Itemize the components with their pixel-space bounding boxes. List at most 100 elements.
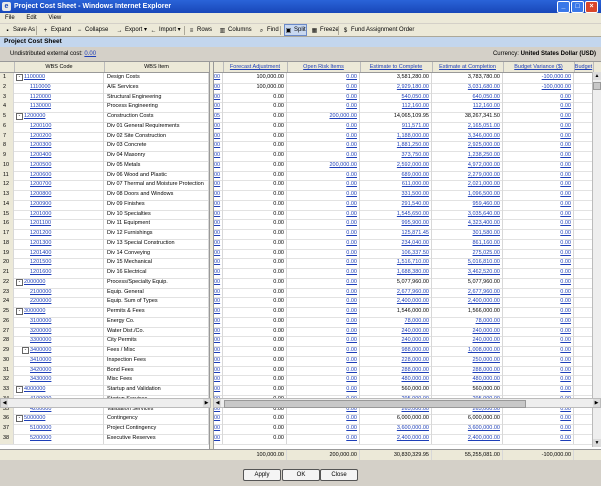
row-marker-link[interactable]: 00 — [213, 102, 223, 112]
row-marker[interactable]: 00 — [214, 240, 220, 246]
estimate-to-complete-cell[interactable]: 106,337.50 — [360, 248, 432, 259]
estimate-to-complete-cell[interactable]: 1,545,650.00 — [360, 209, 432, 220]
eac-link[interactable]: 301,580.00 — [472, 230, 500, 236]
vertical-scroll-thumb[interactable] — [593, 82, 601, 90]
toolbar-export-button[interactable]: → Export ▾ — [116, 25, 148, 35]
open-risk-link[interactable]: 0.00 — [346, 191, 357, 197]
row-marker[interactable]: 00 — [214, 84, 220, 90]
etc-link[interactable]: 1,545,650.00 — [397, 211, 429, 217]
wbs-code-link[interactable]: 3410000 — [30, 357, 51, 363]
open-risk-link[interactable]: 0.00 — [346, 250, 357, 256]
open-risk-items-cell[interactable]: 200,000.00 — [287, 160, 360, 171]
estimate-to-complete-cell[interactable]: 234,040.00 — [360, 238, 432, 249]
estimate-to-complete-cell[interactable]: 228,000.00 — [360, 355, 432, 366]
eac-link[interactable]: 3,462,520.00 — [468, 269, 500, 275]
open-risk-items-cell[interactable]: 0.00 — [287, 170, 360, 181]
wbs-code-link[interactable]: 1200900 — [30, 201, 51, 207]
open-risk-link[interactable]: 0.00 — [346, 308, 357, 314]
ok-button[interactable]: OK — [282, 469, 320, 481]
budget-variance-cell[interactable]: 0.00 — [503, 248, 574, 259]
estimate-to-complete-cell[interactable]: 689,000.00 — [360, 170, 432, 181]
estimate-at-completion-cell[interactable]: 861,160.00 — [432, 238, 503, 249]
estimate-at-completion-cell[interactable]: 2,279,000.00 — [432, 170, 503, 181]
row-marker-link[interactable]: 00 — [213, 160, 223, 171]
eac-link[interactable]: 78,000.00 — [476, 318, 500, 324]
etc-link[interactable]: 2,677,960.00 — [397, 289, 429, 295]
row-marker[interactable]: 00 — [214, 181, 220, 187]
row-marker[interactable]: 00 — [214, 133, 220, 139]
budget-variance-cell[interactable]: 0.00 — [503, 238, 574, 249]
header-budget[interactable]: Budget — [574, 62, 594, 72]
toolbar-collapse-button[interactable]: − Collapse — [76, 25, 109, 35]
eac-link[interactable]: 1,096,500.00 — [468, 191, 500, 197]
estimate-at-completion-cell[interactable]: 1,008,000.00 — [432, 346, 503, 356]
eac-link[interactable]: 2,021,000.00 — [468, 181, 500, 187]
budget-variance-link[interactable]: 0.00 — [560, 230, 571, 236]
row-marker-link[interactable]: 00 — [213, 92, 223, 103]
estimate-at-completion-cell[interactable]: 112,160.00 — [432, 102, 503, 112]
open-risk-items-cell[interactable]: 0.00 — [287, 180, 360, 190]
row-marker-link[interactable]: 00 — [213, 141, 223, 151]
wbs-code-link[interactable]: 1201500 — [30, 259, 51, 265]
estimate-to-complete-cell[interactable]: 560,000.00 — [360, 385, 432, 395]
etc-link[interactable]: 1,688,380.00 — [397, 269, 429, 275]
open-risk-link[interactable]: 0.00 — [346, 201, 357, 207]
budget-variance-link[interactable]: 0.00 — [560, 123, 571, 129]
budget-variance-cell[interactable]: 0.00 — [503, 199, 574, 210]
row-marker[interactable]: 00 — [214, 250, 220, 256]
estimate-at-completion-cell[interactable]: 288,000.00 — [432, 365, 503, 376]
open-risk-items-cell[interactable]: 0.00 — [287, 414, 360, 424]
estimate-at-completion-cell[interactable]: 2,925,000.00 — [432, 141, 503, 151]
row-marker-link[interactable]: 00 — [213, 307, 223, 317]
budget-variance-cell[interactable]: 0.00 — [503, 112, 574, 122]
open-risk-items-cell[interactable]: 0.00 — [287, 102, 360, 112]
row-marker[interactable]: 00 — [214, 94, 220, 100]
estimate-at-completion-cell[interactable]: 640,050.00 — [432, 92, 503, 103]
row-marker[interactable]: 00 — [214, 367, 220, 373]
estimate-to-complete-cell[interactable]: 1,546,000.00 — [360, 307, 432, 317]
budget-variance-cell[interactable]: 0.00 — [503, 424, 574, 434]
budget-variance-link[interactable]: 0.00 — [560, 113, 571, 119]
budget-variance-cell[interactable]: 0.00 — [503, 170, 574, 181]
row-marker-link[interactable]: 00 — [213, 170, 223, 181]
etc-link[interactable]: 2,592,000.00 — [397, 162, 429, 168]
row-marker-link[interactable]: 00 — [213, 258, 223, 268]
etc-link[interactable]: 112,160.00 — [402, 103, 429, 109]
etc-link[interactable]: 689,000.00 — [401, 172, 429, 178]
budget-variance-link[interactable]: 0.00 — [560, 94, 571, 100]
budget-variance-cell[interactable]: 0.00 — [503, 277, 574, 288]
budget-variance-cell[interactable]: 0.00 — [503, 355, 574, 366]
open-risk-items-cell[interactable]: 0.00 — [287, 151, 360, 161]
scroll-right-icon[interactable]: ▶ — [203, 399, 210, 407]
budget-variance-link[interactable]: 0.00 — [560, 357, 571, 363]
toolbar-expand-button[interactable]: + Expand — [42, 25, 72, 35]
budget-variance-link[interactable]: 0.00 — [560, 240, 571, 246]
estimate-at-completion-cell[interactable]: 4,972,000.00 — [432, 160, 503, 171]
toolbar-split-button[interactable]: ▣ Split — [284, 24, 307, 36]
open-risk-items-cell[interactable]: 0.00 — [287, 346, 360, 356]
budget-variance-link[interactable]: 0.00 — [560, 201, 571, 207]
open-risk-items-cell[interactable]: 0.00 — [287, 326, 360, 337]
wbs-code-link[interactable]: 5200000 — [30, 435, 51, 441]
budget-variance-link[interactable]: 0.00 — [560, 162, 571, 168]
row-marker[interactable]: 00 — [214, 269, 220, 275]
wbs-code-link[interactable]: 1200700 — [30, 181, 51, 187]
etc-link[interactable]: 125,871.45 — [401, 230, 429, 236]
wbs-code-link[interactable]: 1100000 — [24, 74, 45, 80]
row-marker-link[interactable]: 00 — [213, 385, 223, 395]
eac-link[interactable]: 2,279,000.00 — [468, 172, 500, 178]
row-marker[interactable]: 00 — [214, 162, 220, 168]
estimate-to-complete-cell[interactable]: 1,516,710.00 — [360, 258, 432, 268]
row-marker[interactable]: 00 — [214, 328, 220, 334]
open-risk-link[interactable]: 0.00 — [346, 328, 357, 334]
budget-variance-cell[interactable]: 0.00 — [503, 141, 574, 151]
wbs-code-link[interactable]: 1200100 — [30, 123, 51, 129]
toolbar-fund-assignment-order-button[interactable]: $ Fund Assignment Order — [342, 25, 415, 35]
estimate-at-completion-cell[interactable]: 3,035,640.00 — [432, 209, 503, 220]
row-marker[interactable]: 00 — [214, 142, 220, 148]
budget-variance-link[interactable]: 0.00 — [560, 152, 571, 158]
budget-variance-cell[interactable]: 0.00 — [503, 365, 574, 376]
close-window-button[interactable]: × — [585, 1, 598, 13]
eac-link[interactable]: 480,000.00 — [472, 376, 500, 382]
open-risk-items-cell[interactable]: 0.00 — [287, 238, 360, 249]
